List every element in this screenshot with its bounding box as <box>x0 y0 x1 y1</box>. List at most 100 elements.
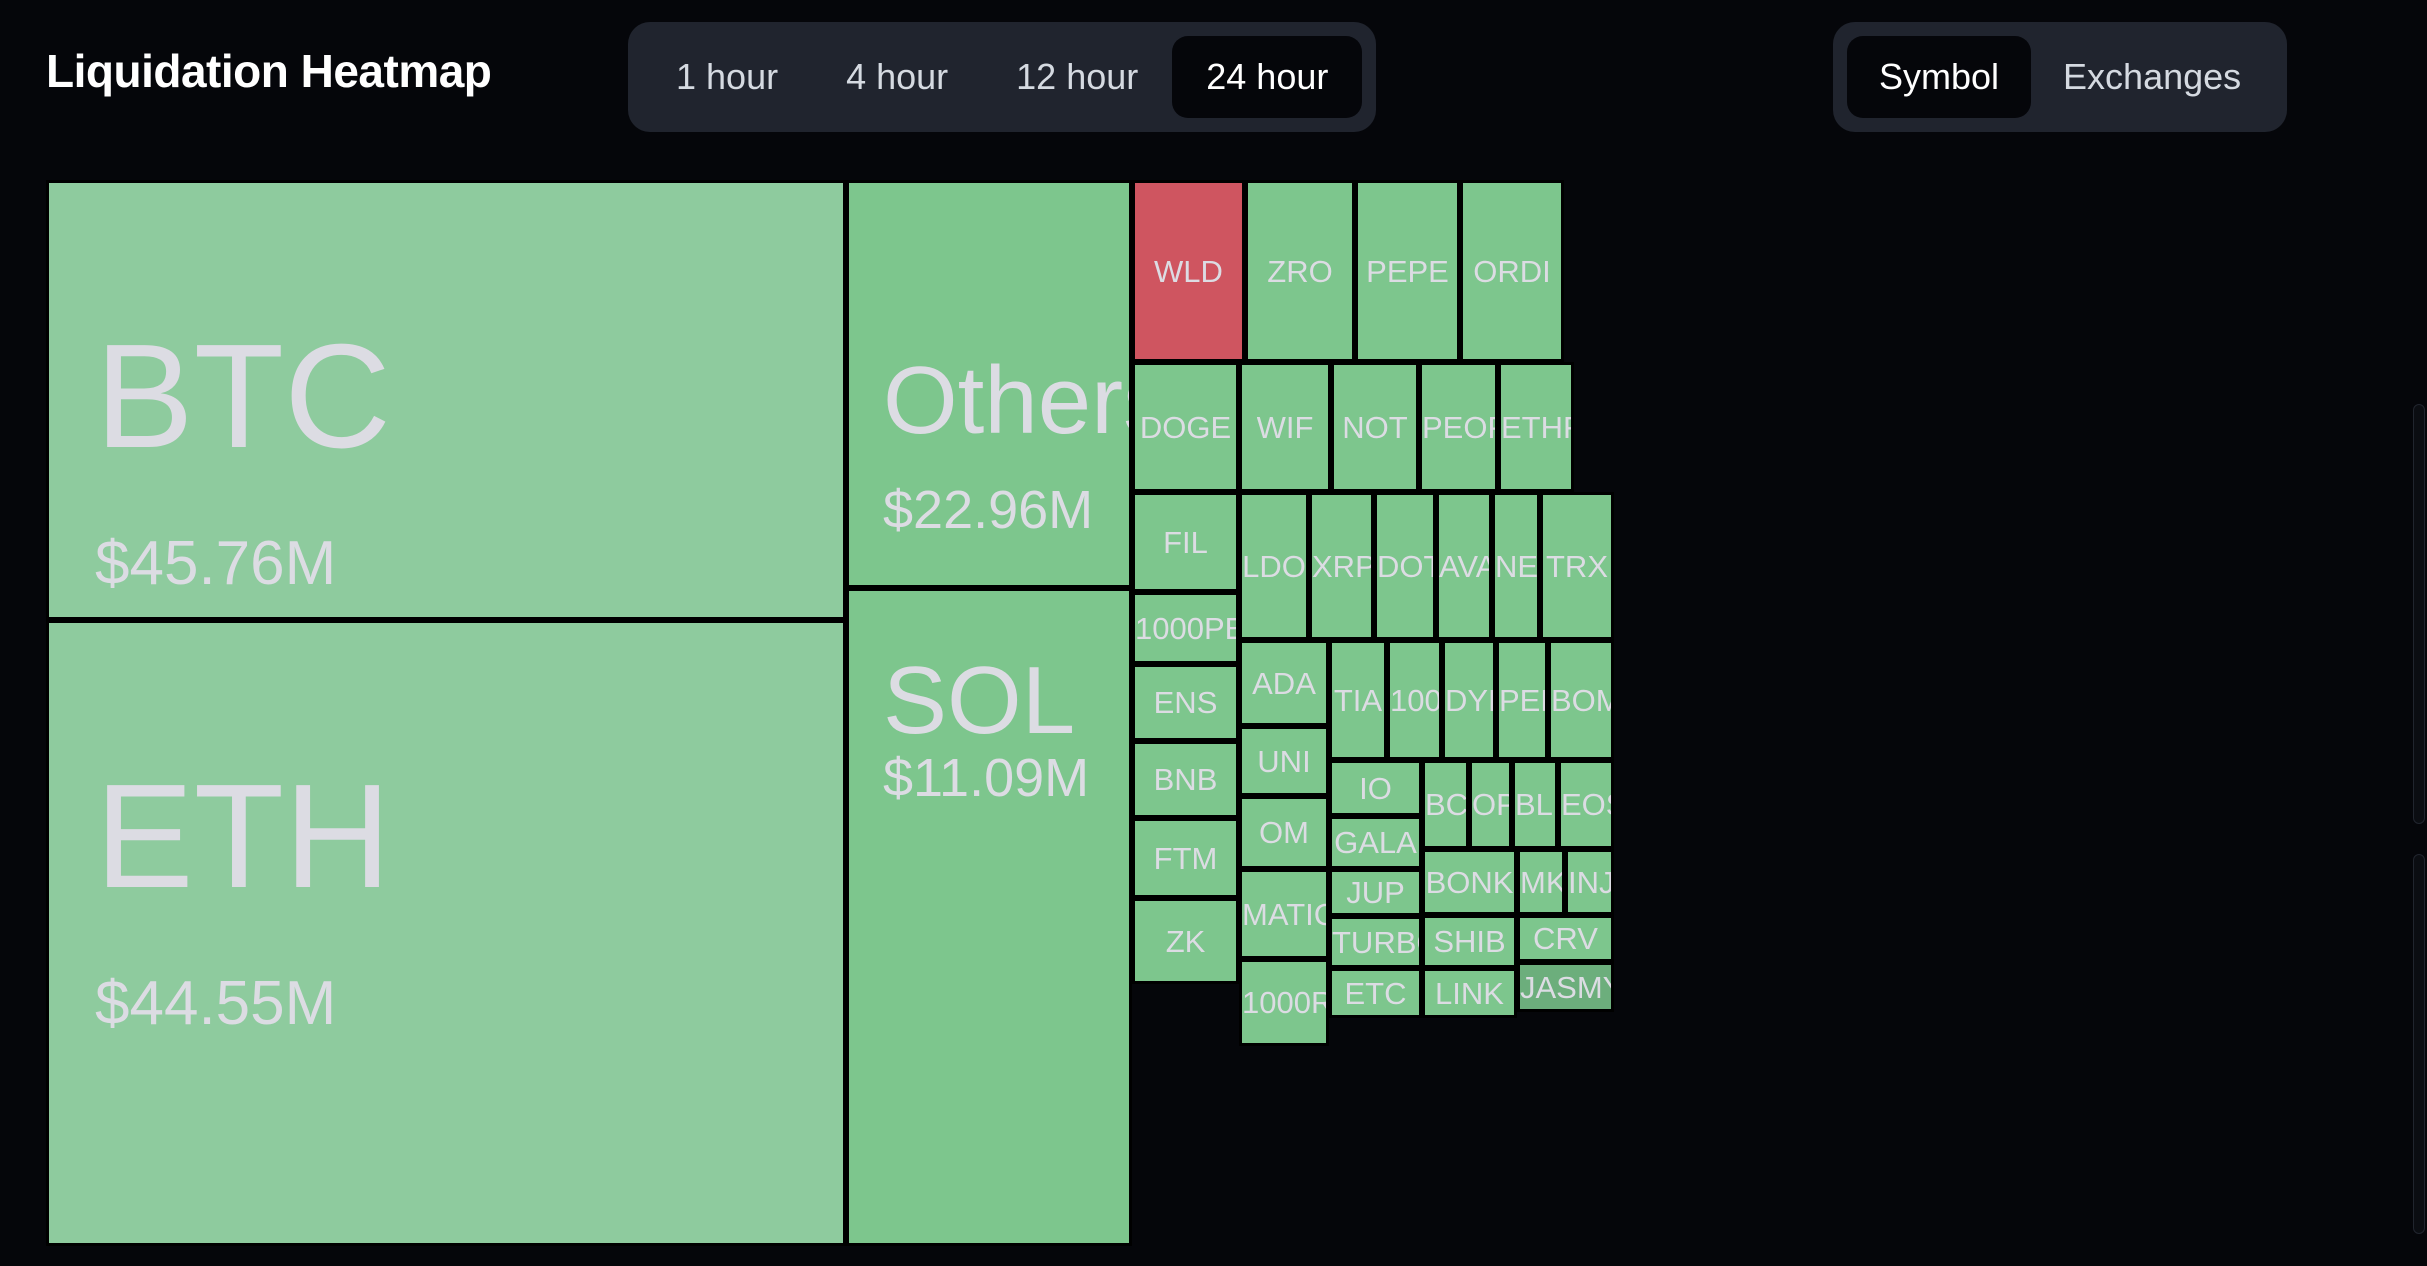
tile-symbol: AVAX <box>1439 550 1489 582</box>
tile-symbol: FTM <box>1153 842 1218 874</box>
vertical-scrollbar[interactable] <box>2411 174 2425 1262</box>
tile-symbol: UNI <box>1257 745 1311 777</box>
treemap-tile-link[interactable]: LINK <box>1422 968 1517 1018</box>
app-header: Liquidation Heatmap 1 hour 4 hour 12 hou… <box>0 0 2427 158</box>
tile-symbol: JUP <box>1346 877 1405 908</box>
timeframe-tab-group: 1 hour 4 hour 12 hour 24 hour <box>628 22 1377 132</box>
tile-symbol: LDO <box>1242 550 1306 582</box>
treemap-tile-btc[interactable]: BTC $45.76M <box>46 180 846 620</box>
treemap-tile-1000pepe[interactable]: 1000PEPE <box>1132 592 1239 664</box>
treemap-tile-ens[interactable]: ENS <box>1132 664 1239 741</box>
treemap-tile-dot[interactable]: DOT <box>1374 492 1436 640</box>
treemap-tile-xrp[interactable]: XRP <box>1309 492 1374 640</box>
tile-symbol: BTC <box>95 314 391 479</box>
treemap-tile-tia[interactable]: TIA <box>1329 640 1387 760</box>
tile-symbol: TURBO <box>1332 926 1419 958</box>
treemap-tile-zk[interactable]: ZK <box>1132 898 1239 984</box>
tab-4-hour[interactable]: 4 hour <box>812 36 982 118</box>
treemap-tile-io[interactable]: IO <box>1329 760 1422 816</box>
tile-symbol: SOL <box>883 647 1076 754</box>
treemap-tile-doge[interactable]: DOGE <box>1132 362 1239 492</box>
tile-symbol: WIF <box>1256 411 1314 443</box>
tile-symbol: OM <box>1259 817 1309 848</box>
treemap-tile-bonk[interactable]: BONK <box>1422 849 1517 915</box>
scrollbar-thumb-upper[interactable] <box>2413 404 2425 824</box>
tile-symbol: XRP <box>1312 550 1371 582</box>
tile-symbol: DOT <box>1377 550 1433 582</box>
tab-exchanges[interactable]: Exchanges <box>2031 36 2273 118</box>
tile-symbol: DYM <box>1445 684 1493 716</box>
treemap-tile-jup[interactable]: JUP <box>1329 869 1422 916</box>
treemap-tile-crv[interactable]: CRV <box>1517 915 1614 962</box>
tile-symbol: SHIB <box>1433 926 1506 957</box>
tab-1-hour[interactable]: 1 hour <box>642 36 812 118</box>
tile-symbol: NOT <box>1342 411 1408 443</box>
treemap-tile-1000[interactable]: 1000 <box>1387 640 1442 760</box>
tile-symbol: MATIC <box>1242 898 1326 930</box>
treemap-tile-bome[interactable]: BOME <box>1548 640 1614 760</box>
tile-value: $45.76M <box>95 529 337 598</box>
tile-symbol: NEAR <box>1495 550 1537 582</box>
treemap-tile-ldo[interactable]: LDO <box>1239 492 1309 640</box>
treemap-tile-bch[interactable]: BCH <box>1422 760 1469 849</box>
treemap-tile-shib[interactable]: SHIB <box>1422 915 1517 968</box>
tile-symbol: CRV <box>1533 923 1598 954</box>
treemap-tile-etc[interactable]: ETC <box>1329 968 1422 1018</box>
treemap-tile-wif[interactable]: WIF <box>1239 362 1331 492</box>
treemap-tile-sol[interactable]: SOL $11.09M <box>846 588 1132 1246</box>
tile-symbol: TIA <box>1333 684 1383 716</box>
liquidation-heatmap-page: Liquidation Heatmap 1 hour 4 hour 12 hou… <box>0 0 2427 1266</box>
treemap-tile-zro[interactable]: ZRO <box>1245 180 1355 362</box>
treemap-tile-dym[interactable]: DYM <box>1442 640 1496 760</box>
treemap-tile-gala[interactable]: GALA <box>1329 816 1422 869</box>
treemap-tile-blur[interactable]: BLUR <box>1512 760 1558 849</box>
treemap-tile-ethfi[interactable]: ETHFI <box>1498 362 1574 492</box>
treemap-chart: BTC $45.76M ETH $44.55M Others $22.96M S… <box>46 180 2392 1246</box>
tile-symbol: 1000PEPE <box>1135 612 1236 644</box>
treemap-tile-pendle[interactable]: PENDLE <box>1496 640 1548 760</box>
tab-12-hour[interactable]: 12 hour <box>982 36 1172 118</box>
treemap-tile-om[interactable]: OM <box>1239 796 1329 869</box>
tile-symbol: BONK <box>1425 866 1514 898</box>
treemap-tile-near[interactable]: NEAR <box>1492 492 1540 640</box>
treemap-tile-uni[interactable]: UNI <box>1239 726 1329 796</box>
tile-symbol: LINK <box>1435 977 1504 1009</box>
tile-symbol: ENS <box>1153 687 1218 718</box>
treemap-tile-1000rats[interactable]: 1000RATS <box>1239 959 1329 1046</box>
page-title: Liquidation Heatmap <box>46 45 492 97</box>
treemap-tile-eth[interactable]: ETH $44.55M <box>46 620 846 1246</box>
tile-symbol: FIL <box>1163 526 1208 558</box>
treemap-tile-eos[interactable]: EOS <box>1558 760 1614 849</box>
treemap-tile-matic[interactable]: MATIC <box>1239 869 1329 959</box>
tile-symbol: BCH <box>1425 789 1466 820</box>
tile-symbol: EOS <box>1561 789 1611 820</box>
tile-value: $11.09M <box>883 748 1090 808</box>
tab-symbol[interactable]: Symbol <box>1847 36 2032 118</box>
treemap-tile-others[interactable]: Others $22.96M <box>846 180 1132 588</box>
tab-24-hour[interactable]: 24 hour <box>1172 36 1363 118</box>
treemap-tile-fil[interactable]: FIL <box>1132 492 1239 592</box>
treemap-tile-trx[interactable]: TRX <box>1540 492 1614 640</box>
tile-value: $44.55M <box>95 969 337 1038</box>
treemap-tile-people[interactable]: PEOPLE <box>1419 362 1498 492</box>
tile-symbol: 1000RATS <box>1242 987 1326 1018</box>
treemap-tile-mkr[interactable]: MKR <box>1517 849 1565 915</box>
tile-symbol: DOGE <box>1139 411 1232 443</box>
treemap-tile-op[interactable]: OP <box>1469 760 1512 849</box>
treemap-tile-turbo[interactable]: TURBO <box>1329 916 1422 968</box>
tile-symbol: ETC <box>1344 977 1407 1009</box>
treemap-tile-not[interactable]: NOT <box>1331 362 1419 492</box>
treemap-tile-ftm[interactable]: FTM <box>1132 818 1239 898</box>
treemap-tile-ordi[interactable]: ORDI <box>1460 180 1564 362</box>
treemap-tile-ada[interactable]: ADA <box>1239 640 1329 726</box>
treemap-tile-pepe[interactable]: PEPE <box>1355 180 1460 362</box>
treemap-tile-bnb[interactable]: BNB <box>1132 741 1239 818</box>
scrollbar-thumb-lower[interactable] <box>2413 854 2425 1234</box>
treemap-tile-inj[interactable]: INJ <box>1565 849 1614 915</box>
tile-symbol: JASMY <box>1520 971 1611 1003</box>
treemap-tile-wld[interactable]: WLD <box>1132 180 1245 362</box>
treemap-tile-jasmy[interactable]: JASMY <box>1517 962 1614 1012</box>
tile-symbol: MKR <box>1520 866 1562 898</box>
tile-value: $22.96M <box>883 480 1094 540</box>
treemap-tile-avax[interactable]: AVAX <box>1436 492 1492 640</box>
